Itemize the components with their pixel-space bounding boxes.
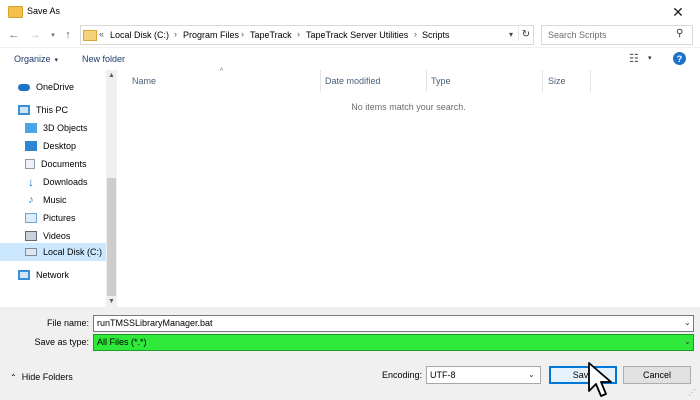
back-button[interactable]: ← <box>6 27 22 43</box>
chevron-down-icon[interactable]: ⌄ <box>684 337 691 346</box>
breadcrumb-server-utilities[interactable]: TapeTrack Server Utilities <box>306 30 408 40</box>
back-arrow-icon: ← <box>8 29 20 41</box>
desktop-icon <box>25 141 37 151</box>
save-as-type-label: Save as type: <box>34 337 89 347</box>
encoding-value[interactable]: UTF-8 <box>430 370 456 380</box>
empty-list-message: No items match your search. <box>351 102 466 112</box>
close-button[interactable]: ✕ <box>656 0 700 24</box>
music-icon: ♪ <box>28 194 34 206</box>
cancel-button[interactable]: Cancel <box>623 366 691 384</box>
cube-icon <box>25 123 37 133</box>
breadcrumb-separator-icon: › <box>241 29 244 39</box>
breadcrumb-separator-icon: › <box>297 29 300 39</box>
pictures-icon <box>25 213 37 223</box>
divider <box>0 47 700 48</box>
search-placeholder: Search Scripts <box>548 30 607 40</box>
up-button[interactable]: ↑ <box>60 27 76 43</box>
forward-button[interactable]: → <box>27 27 43 43</box>
encoding-label: Encoding: <box>381 370 422 380</box>
organize-button[interactable]: Organize ▾ <box>14 54 58 64</box>
download-icon: ↓ <box>28 175 34 189</box>
resize-grip-icon[interactable]: ⋰ <box>688 388 696 397</box>
sidebar-item-label: 3D Objects <box>43 123 88 133</box>
sidebar-item-label: Pictures <box>43 213 76 223</box>
network-icon <box>18 270 30 280</box>
view-options-button[interactable]: ☷ <box>629 52 645 66</box>
column-divider[interactable] <box>590 70 591 92</box>
document-icon <box>25 159 35 169</box>
sidebar-item-label: Documents <box>41 159 87 169</box>
save-as-type-select[interactable] <box>93 334 694 351</box>
drive-icon <box>25 248 37 256</box>
help-icon[interactable]: ? <box>673 52 686 65</box>
sidebar-item-local-disk[interactable]: Local Disk (C:) <box>0 243 106 261</box>
breadcrumb-tapetrack[interactable]: TapeTrack <box>250 30 292 40</box>
organize-label: Organize <box>14 54 51 64</box>
sidebar-item-label: Music <box>43 195 67 205</box>
column-header-name[interactable]: Name <box>132 76 156 86</box>
address-history-dropdown[interactable]: ▾ <box>505 27 517 41</box>
sidebar-item-label: OneDrive <box>36 82 75 92</box>
up-arrow-icon: ↑ <box>65 29 71 41</box>
recent-locations-button[interactable]: ▾ <box>45 27 61 43</box>
chevron-down-icon: ▾ <box>51 32 55 39</box>
close-icon: ✕ <box>672 3 684 20</box>
chevron-down-icon[interactable]: ⌄ <box>528 370 535 379</box>
breadcrumb-separator-icon: › <box>414 29 417 39</box>
breadcrumb-separator-icon: › <box>174 29 177 39</box>
scroll-up-arrow-icon[interactable]: ▲ <box>106 70 117 81</box>
chevron-down-icon: ▾ <box>54 57 59 64</box>
search-icon[interactable]: ⚲ <box>676 28 683 39</box>
video-icon <box>25 231 37 241</box>
scroll-down-arrow-icon[interactable]: ▼ <box>106 296 117 307</box>
mouse-pointer-icon <box>588 362 612 397</box>
column-divider[interactable] <box>542 70 543 92</box>
scrollbar-thumb[interactable] <box>107 178 116 296</box>
sidebar-item-label: Downloads <box>43 177 88 187</box>
column-header-type[interactable]: Type <box>431 76 451 86</box>
sort-indicator-icon: ^ <box>220 68 224 75</box>
sidebar-item-label: Desktop <box>43 141 77 151</box>
column-divider[interactable] <box>320 70 321 92</box>
sidebar-item-label: Videos <box>43 231 71 241</box>
sidebar-item-label: Local Disk (C:) <box>43 247 103 257</box>
hide-folders-button[interactable]: ⌃ Hide Folders <box>10 372 73 382</box>
file-name-value[interactable]: runTMSSLibraryManager.bat <box>97 318 213 328</box>
navigation-pane: OneDrive This PC 3D Objects Desktop Docu… <box>0 70 117 307</box>
sidebar-item-label: Network <box>36 270 70 280</box>
file-name-label: File name: <box>46 318 89 328</box>
column-header-size[interactable]: Size <box>548 76 566 86</box>
hide-folders-label: Hide Folders <box>21 372 73 382</box>
breadcrumb-local-disk[interactable]: Local Disk (C:) <box>110 30 169 40</box>
chevron-up-icon: ⌃ <box>10 373 17 382</box>
folder-icon <box>83 30 97 41</box>
breadcrumb-scripts[interactable]: Scripts <box>422 30 450 40</box>
refresh-button[interactable]: ↻ <box>518 27 533 41</box>
title-bar <box>0 0 700 24</box>
new-folder-button[interactable]: New folder <box>82 54 125 64</box>
chevron-down-icon: ▾ <box>508 29 513 39</box>
cloud-icon <box>18 83 30 91</box>
chevron-down-icon[interactable]: ▾ <box>648 54 652 62</box>
save-as-type-value[interactable]: All Files (*.*) <box>97 337 147 347</box>
notepad-app-icon <box>8 6 23 18</box>
breadcrumb-program-files[interactable]: Program Files <box>183 30 239 40</box>
chevron-down-icon[interactable]: ⌄ <box>684 318 691 327</box>
refresh-icon: ↻ <box>521 28 531 40</box>
computer-icon <box>18 105 30 115</box>
column-header-date-modified[interactable]: Date modified <box>325 76 381 86</box>
list-view-icon: ☷ <box>629 53 639 65</box>
overflow-chevron[interactable]: « <box>99 29 104 39</box>
forward-arrow-icon: → <box>29 29 41 41</box>
window-title: Save As <box>27 6 61 16</box>
sidebar-item-label: This PC <box>36 105 69 115</box>
column-divider[interactable] <box>426 70 427 92</box>
